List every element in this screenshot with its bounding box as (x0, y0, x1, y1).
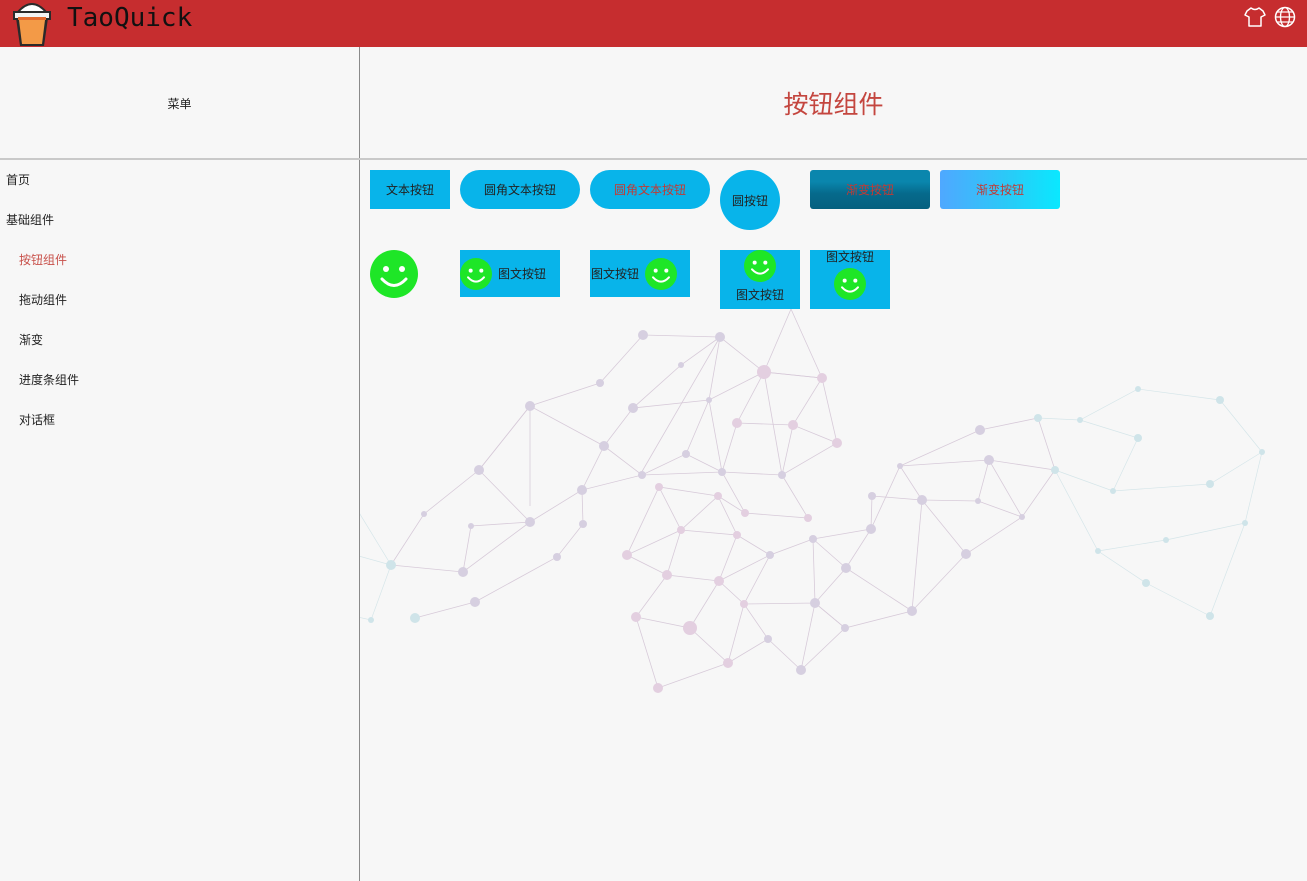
app-window: TaoQuick 菜单 首页 基础组件 按钮组件 拖动组件 渐变 进度条组件 对… (0, 0, 1307, 881)
image-text-button-label: 图文按钮 (591, 267, 640, 281)
round-text-button[interactable]: 圆角文本按钮 (460, 170, 580, 209)
tshirt-icon (1244, 7, 1266, 27)
sidebar-item-gradient[interactable]: 渐变 (0, 319, 359, 359)
app-logo (13, 3, 51, 46)
globe-icon (1274, 6, 1296, 28)
skin-button[interactable] (1243, 5, 1267, 29)
round-text-button-label: 圆角文本按钮 (613, 183, 686, 197)
image-text-button-label: 图文按钮 (498, 267, 547, 281)
sidebar: 菜单 首页 基础组件 按钮组件 拖动组件 渐变 进度条组件 对话框 (0, 47, 359, 881)
sidebar-item-basic-components[interactable]: 基础组件 (0, 199, 359, 239)
header-divider (0, 158, 1307, 160)
sidebar-item-progress-components[interactable]: 进度条组件 (0, 359, 359, 399)
round-text-button-label: 圆角文本按钮 (483, 183, 556, 197)
smile-icon (834, 268, 866, 300)
image-text-button-right[interactable]: 图文按钮 (590, 250, 690, 297)
sidebar-divider (359, 47, 360, 881)
gradient-button-vertical[interactable]: 渐变按钮 (810, 170, 930, 209)
smile-icon (645, 257, 678, 290)
smile-icon (370, 250, 418, 298)
page-title: 按钮组件 (783, 89, 884, 119)
app-title: TaoQuick (67, 3, 193, 33)
gradient-button-label: 渐变按钮 (845, 183, 894, 197)
title-bar: TaoQuick (0, 0, 1307, 47)
sidebar-item-dialog[interactable]: 对话框 (0, 399, 359, 439)
sidebar-item-button-components[interactable]: 按钮组件 (0, 239, 359, 279)
language-button[interactable] (1273, 5, 1297, 29)
sidebar-item-home[interactable]: 首页 (0, 159, 359, 199)
image-text-button-top[interactable]: 图文按钮 (720, 250, 800, 309)
sidebar-item-label: 渐变 (19, 332, 44, 347)
smile-icon (460, 257, 492, 290)
circle-button-label: 圆按钮 (731, 193, 768, 208)
smile-icon (744, 250, 776, 282)
image-text-button-label: 图文按钮 (735, 288, 784, 302)
text-button-label: 文本按钮 (385, 183, 434, 197)
sidebar-item-label: 拖动组件 (19, 292, 68, 307)
sidebar-item-drag-components[interactable]: 拖动组件 (0, 279, 359, 319)
sidebar-item-label: 首页 (6, 172, 31, 187)
sidebar-item-label: 对话框 (19, 412, 56, 427)
sidebar-item-label: 进度条组件 (19, 372, 80, 387)
gradient-button-horizontal[interactable]: 渐变按钮 (940, 170, 1060, 209)
round-text-button-red[interactable]: 圆角文本按钮 (590, 170, 710, 209)
image-text-button-bottom[interactable]: 图文按钮 (810, 250, 890, 309)
image-text-button-label: 图文按钮 (825, 250, 874, 264)
sidebar-item-label: 基础组件 (6, 212, 55, 227)
text-button[interactable]: 文本按钮 (370, 170, 450, 209)
gradient-button-label: 渐变按钮 (975, 183, 1024, 197)
image-text-button-left[interactable]: 图文按钮 (460, 250, 560, 297)
sidebar-item-label: 按钮组件 (19, 252, 68, 267)
menu-header: 菜单 (167, 96, 192, 111)
circle-button[interactable]: 圆按钮 (720, 170, 780, 230)
image-button[interactable] (370, 250, 418, 298)
